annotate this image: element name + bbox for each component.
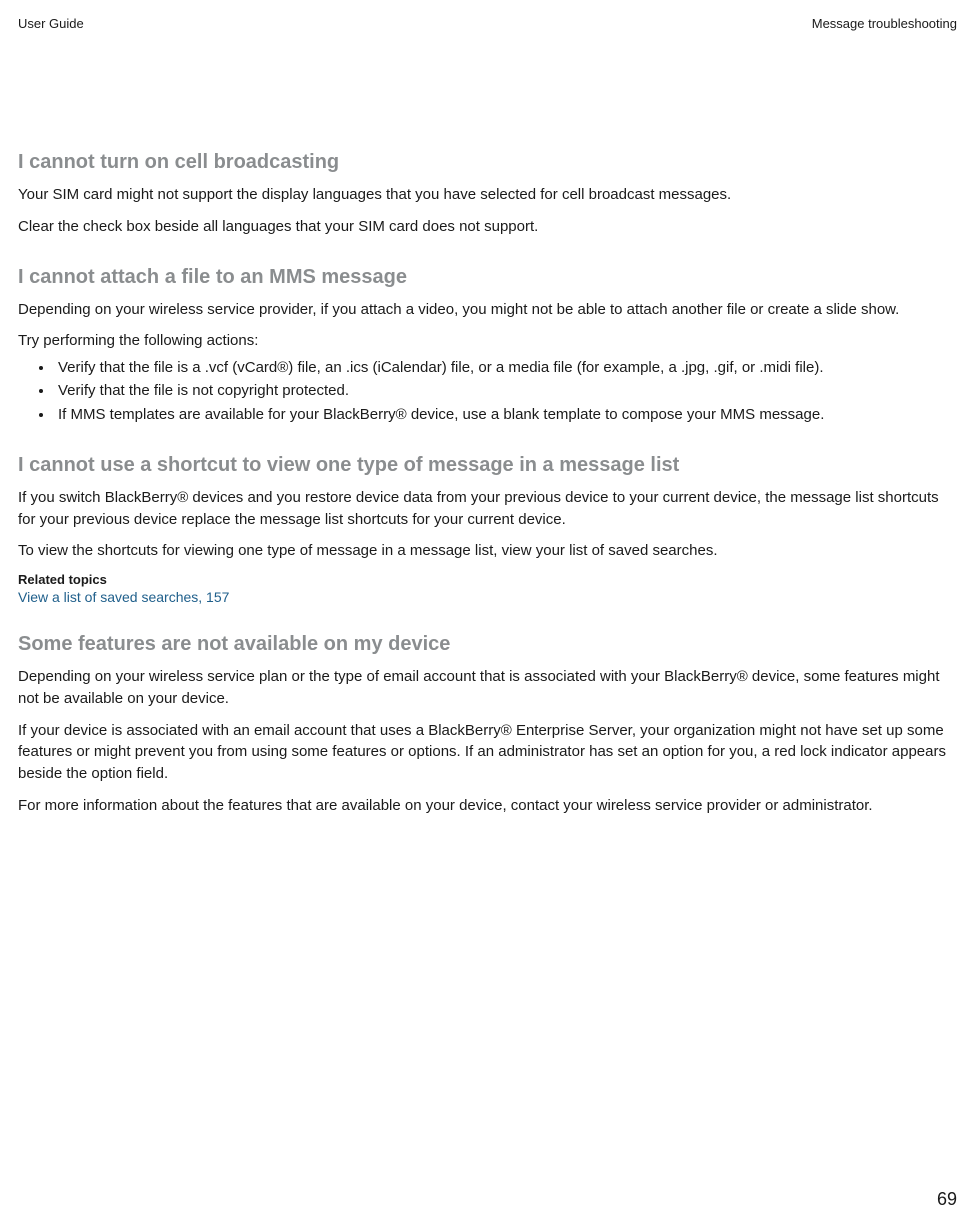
list-item: If MMS templates are available for your … xyxy=(54,403,957,426)
body-paragraph: If your device is associated with an ema… xyxy=(18,720,957,785)
body-paragraph: To view the shortcuts for viewing one ty… xyxy=(18,540,957,562)
body-paragraph: Depending on your wireless service plan … xyxy=(18,666,957,710)
body-paragraph: Clear the check box beside all languages… xyxy=(18,216,957,238)
body-paragraph: Depending on your wireless service provi… xyxy=(18,299,957,321)
page-header: User Guide Message troubleshooting xyxy=(18,16,957,31)
related-topics-label: Related topics xyxy=(18,572,957,587)
related-topics-link[interactable]: View a list of saved searches, 157 xyxy=(18,589,957,605)
header-left: User Guide xyxy=(18,16,84,31)
section-heading-mms-attach: I cannot attach a file to an MMS message xyxy=(18,266,957,289)
section-heading-shortcut-message-list: I cannot use a shortcut to view one type… xyxy=(18,454,957,477)
section-heading-features-unavailable: Some features are not available on my de… xyxy=(18,633,957,656)
page-number: 69 xyxy=(937,1189,957,1210)
bullet-list: Verify that the file is a .vcf (vCard®) … xyxy=(54,356,957,426)
section-heading-cell-broadcasting: I cannot turn on cell broadcasting xyxy=(18,151,957,174)
body-paragraph: If you switch BlackBerry® devices and yo… xyxy=(18,487,957,531)
header-right: Message troubleshooting xyxy=(812,16,957,31)
body-paragraph: Try performing the following actions: xyxy=(18,330,957,352)
list-item: Verify that the file is not copyright pr… xyxy=(54,379,957,402)
body-paragraph: Your SIM card might not support the disp… xyxy=(18,184,957,206)
body-paragraph: For more information about the features … xyxy=(18,795,957,817)
list-item: Verify that the file is a .vcf (vCard®) … xyxy=(54,356,957,379)
